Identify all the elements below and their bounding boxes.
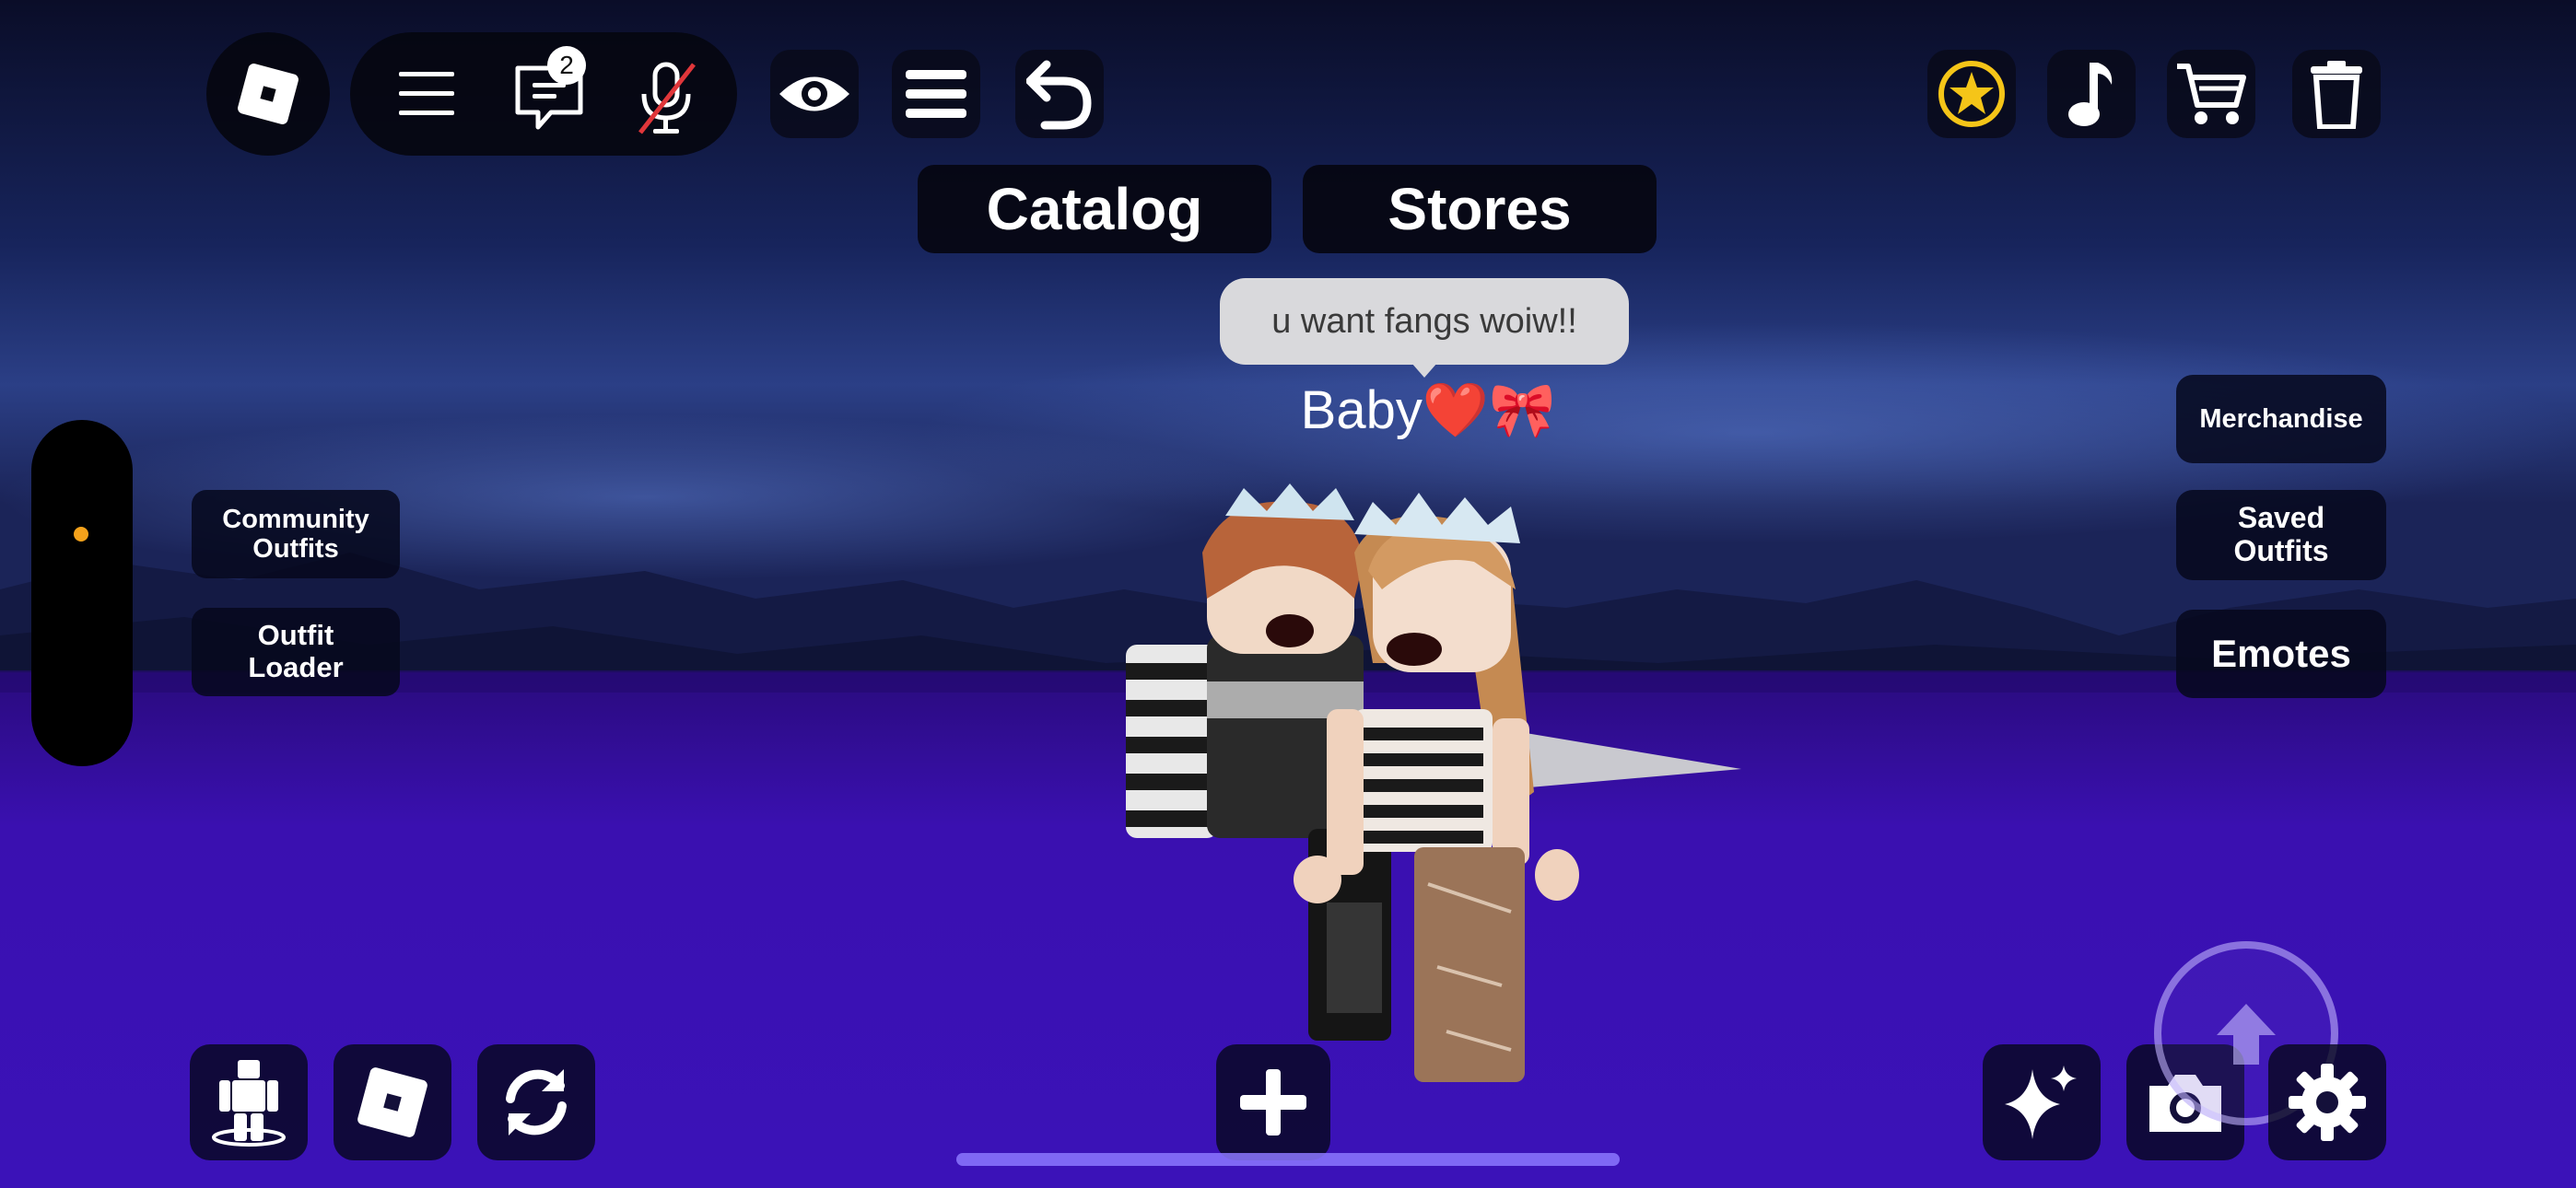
roblox-logo-icon <box>238 64 299 124</box>
outfit-loader-button[interactable]: Outfit Loader <box>192 608 400 696</box>
avatar-body-icon <box>212 1060 286 1147</box>
player-nametag: Baby❤️🎀 <box>1300 380 1556 440</box>
tab-stores[interactable]: Stores <box>1303 165 1657 253</box>
plus-icon <box>1240 1069 1306 1136</box>
avatar-editor-button[interactable] <box>190 1044 308 1160</box>
add-button[interactable] <box>1216 1044 1330 1160</box>
vip-button[interactable] <box>1927 50 2016 138</box>
chat-bubble-tail <box>1411 363 1437 378</box>
merchandise-button[interactable]: Merchandise <box>2176 375 2386 463</box>
chat-bubble: u want fangs woiw!! <box>1220 278 1629 365</box>
home-indicator[interactable] <box>956 1153 1620 1166</box>
roblox-home-button[interactable] <box>334 1044 451 1160</box>
eye-button[interactable] <box>770 50 859 138</box>
list-menu-button[interactable] <box>892 50 980 138</box>
hamburger-icon <box>399 72 454 115</box>
chat-unread-badge: 2 <box>547 46 586 85</box>
vip-star-icon <box>1938 61 2005 127</box>
topbar-controls <box>350 32 737 156</box>
emotes-button[interactable]: Emotes <box>2176 610 2386 698</box>
gear-icon <box>2289 1064 2366 1141</box>
community-outfits-button[interactable]: Community Outfits <box>192 490 400 578</box>
sparkles-icon <box>2005 1066 2077 1139</box>
slider-dot[interactable] <box>74 527 88 542</box>
merchandise-label: Merchandise <box>2199 403 2363 434</box>
list-menu-icon <box>906 70 966 118</box>
saved-outfits-label: Saved Outfits <box>2233 501 2329 567</box>
cart-button[interactable] <box>2167 50 2255 138</box>
cart-icon <box>2177 64 2246 124</box>
refresh-icon <box>506 1069 567 1136</box>
roblox-logo-icon <box>357 1067 427 1137</box>
roblox-menu-button[interactable] <box>206 32 330 156</box>
community-outfits-label: Community Outfits <box>222 504 369 564</box>
music-button[interactable] <box>2047 50 2136 138</box>
trash-icon <box>2311 61 2362 129</box>
undo-icon <box>1026 60 1092 130</box>
undo-button[interactable] <box>1015 50 1104 138</box>
tab-catalog[interactable]: Catalog <box>918 165 1271 253</box>
music-note-icon <box>2068 63 2113 126</box>
saved-outfits-button[interactable]: Saved Outfits <box>2176 490 2386 580</box>
outfit-loader-label: Outfit Loader <box>248 619 344 683</box>
refresh-button[interactable] <box>477 1044 595 1160</box>
mic-button[interactable] <box>621 52 713 145</box>
emotes-label: Emotes <box>2211 632 2351 676</box>
hamburger-button[interactable] <box>385 52 468 135</box>
effects-button[interactable] <box>1983 1044 2101 1160</box>
eye-icon <box>779 76 849 111</box>
trash-button[interactable] <box>2292 50 2381 138</box>
settings-button[interactable] <box>2268 1044 2386 1160</box>
mic-muted-icon <box>638 62 696 134</box>
left-slider-track[interactable] <box>31 420 133 766</box>
